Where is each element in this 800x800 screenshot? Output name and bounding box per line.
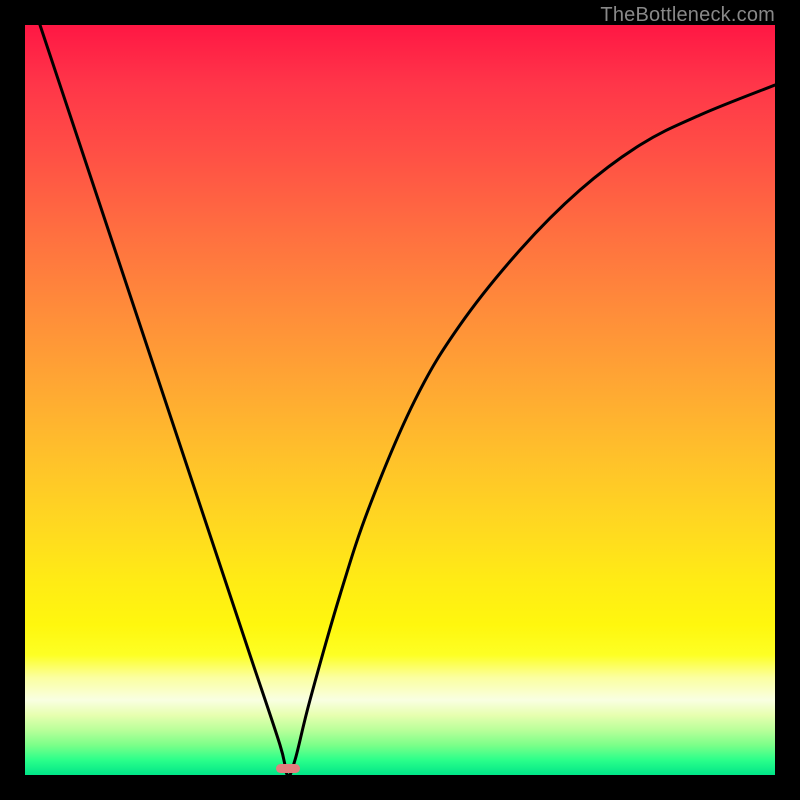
plot-area: [25, 25, 775, 775]
bottleneck-curve: [40, 25, 775, 776]
bottleneck-chart: TheBottleneck.com: [0, 0, 800, 800]
attribution-text: TheBottleneck.com: [600, 4, 775, 27]
optimum-marker: [276, 764, 300, 773]
curve-svg: [25, 25, 775, 775]
